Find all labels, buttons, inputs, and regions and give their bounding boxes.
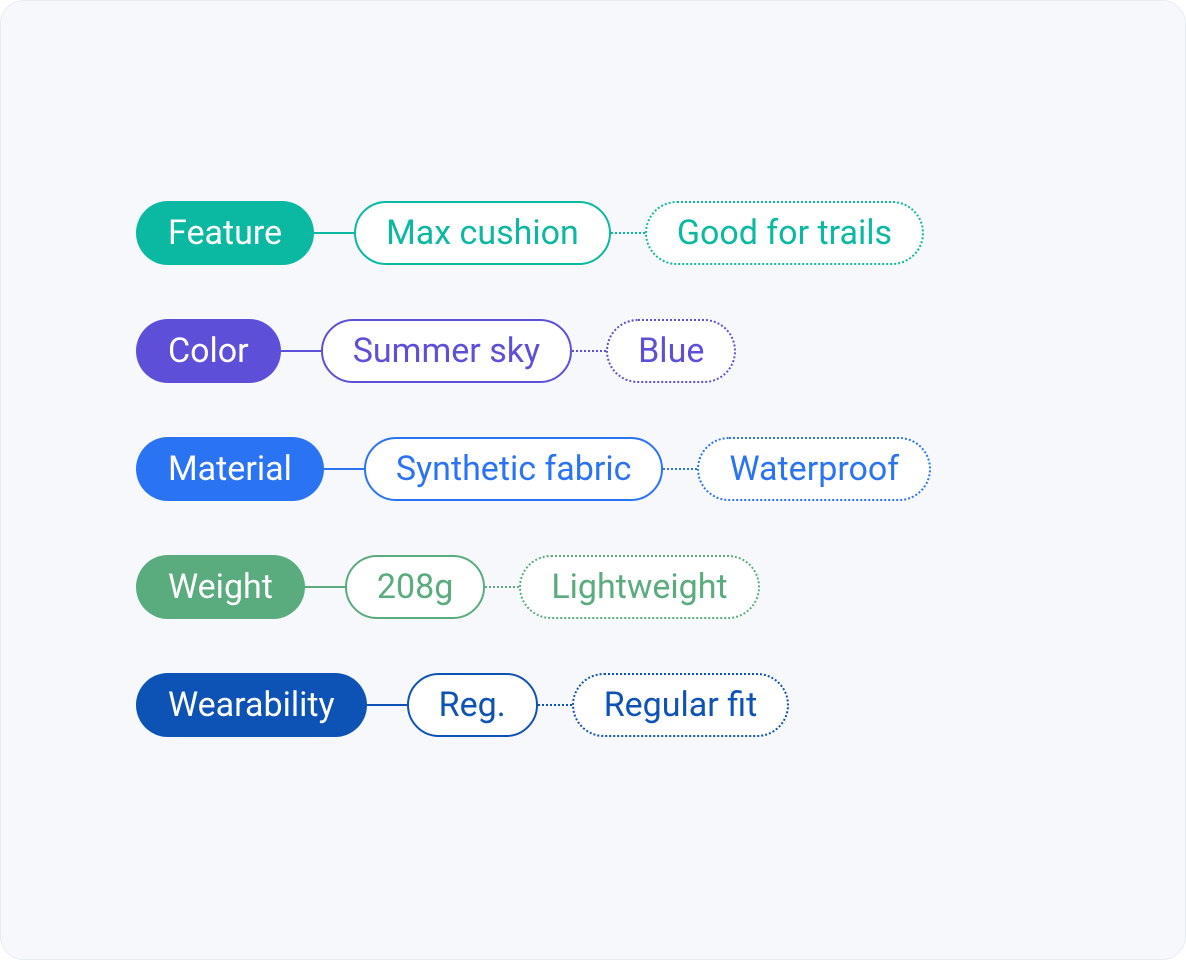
pill-wearability-value: Reg. — [407, 673, 538, 737]
connector-solid-icon — [324, 468, 364, 470]
row-material: Material Synthetic fabric Waterproof — [136, 437, 1185, 501]
pill-wearability-label: Wearability — [136, 673, 367, 737]
row-feature: Feature Max cushion Good for trails — [136, 201, 1185, 265]
pill-weight-extra: Lightweight — [519, 555, 759, 619]
attribute-rows: Feature Max cushion Good for trails Colo… — [136, 201, 1185, 737]
connector-dotted-icon — [572, 350, 606, 352]
pill-color-value: Summer sky — [321, 319, 572, 383]
connector-solid-icon — [281, 350, 321, 352]
pill-color-label: Color — [136, 319, 281, 383]
connector-solid-icon — [314, 232, 354, 234]
diagram-card: Feature Max cushion Good for trails Colo… — [0, 0, 1186, 960]
connector-solid-icon — [305, 586, 345, 588]
pill-feature-extra: Good for trails — [645, 201, 924, 265]
pill-material-extra: Waterproof — [697, 437, 931, 501]
row-wearability: Wearability Reg. Regular fit — [136, 673, 1185, 737]
connector-dotted-icon — [485, 586, 519, 588]
pill-material-label: Material — [136, 437, 324, 501]
pill-weight-label: Weight — [136, 555, 305, 619]
pill-material-value: Synthetic fabric — [364, 437, 664, 501]
connector-dotted-icon — [538, 704, 572, 706]
pill-color-extra: Blue — [606, 319, 736, 383]
pill-feature-label: Feature — [136, 201, 314, 265]
connector-solid-icon — [367, 704, 407, 706]
pill-wearability-extra: Regular fit — [572, 673, 790, 737]
connector-dotted-icon — [611, 232, 645, 234]
row-weight: Weight 208g Lightweight — [136, 555, 1185, 619]
pill-feature-value: Max cushion — [354, 201, 611, 265]
connector-dotted-icon — [663, 468, 697, 470]
pill-weight-value: 208g — [345, 555, 485, 619]
row-color: Color Summer sky Blue — [136, 319, 1185, 383]
